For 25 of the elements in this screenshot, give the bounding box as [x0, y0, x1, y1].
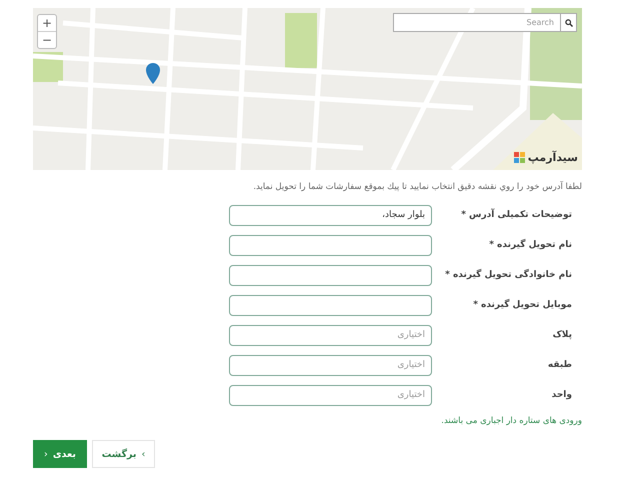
field-label: طبقه — [546, 360, 573, 370]
field-label: واحد — [550, 390, 573, 400]
field-label: پلاک — [552, 330, 573, 340]
next-button[interactable]: › بعدی — [33, 440, 87, 468]
input-field[interactable]: اختیاری — [229, 384, 432, 406]
input-field[interactable] — [229, 264, 432, 286]
field-label: نام خانوادگی تحویل گیرنده * — [444, 270, 573, 280]
back-button[interactable]: برگشت ‹ — [92, 440, 155, 468]
logo-icon — [514, 152, 525, 163]
map-logo-text: سیدآرمپ — [528, 151, 578, 164]
zoom-out-button[interactable]: − — [38, 31, 56, 48]
zoom-in-button[interactable]: + — [38, 15, 56, 31]
field-label: توضیحات تکمیلی آدرس * — [460, 210, 573, 220]
required-note: ورودی های ستاره دار اجباری می باشند. — [441, 416, 582, 426]
input-field[interactable]: بلوار سجاد، — [229, 204, 432, 226]
search-field[interactable]: Search — [393, 13, 561, 32]
input-field[interactable]: اختیاری — [229, 324, 432, 346]
input-field[interactable]: اختیاری — [229, 354, 432, 376]
field-label: موبایل تحویل گیرنده * — [472, 300, 573, 310]
field-label: نام تحویل گیرنده * — [488, 240, 573, 250]
search-icon — [564, 18, 572, 26]
instruction-text: لطفا آدرس خود را روي نقشه دقيق انتخاب نماييد تا پيك بموقع سفارشات شما را تحويل نمايد. — [253, 182, 582, 192]
input-field[interactable] — [229, 294, 432, 316]
search-button[interactable] — [561, 13, 577, 32]
input-field[interactable] — [229, 234, 432, 256]
